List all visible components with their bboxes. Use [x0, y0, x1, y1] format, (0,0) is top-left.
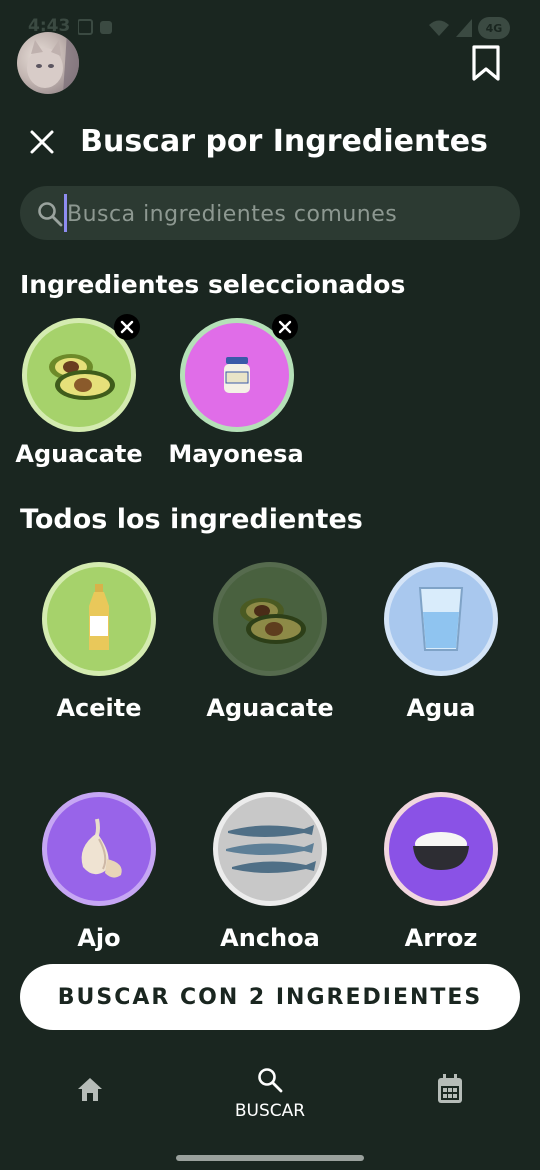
selected-item-label: Mayonesa — [168, 440, 304, 468]
ingredient-card-aceite[interactable] — [42, 562, 156, 676]
ingredient-card-ajo[interactable] — [42, 792, 156, 906]
home-icon[interactable] — [76, 1075, 104, 1103]
battery-icon: 4G — [478, 17, 510, 39]
remove-aguacate-button[interactable] — [114, 314, 140, 340]
ingredient-avatar — [384, 562, 498, 676]
search-with-ingredients-button[interactable]: BUSCAR CON 2 INGREDIENTES — [20, 964, 520, 1030]
search-bar[interactable] — [20, 186, 520, 240]
ingredient-avatar — [384, 792, 498, 906]
anchovy-icon — [226, 825, 316, 873]
ingredient-card-aguacate[interactable] — [213, 562, 327, 676]
ingredient-label: Aceite — [56, 694, 142, 722]
remove-mayonesa-button[interactable] — [272, 314, 298, 340]
oil-bottle-icon — [89, 584, 109, 650]
ingredient-card-anchoa[interactable] — [213, 792, 327, 906]
ingredient-label: Aguacate — [206, 694, 334, 722]
selected-item-label: Aguacate — [15, 440, 143, 468]
ingredient-avatar — [42, 792, 156, 906]
bookmark-icon[interactable] — [470, 44, 502, 82]
mayonnaise-jar-icon — [224, 357, 250, 393]
search-icon — [38, 202, 63, 227]
close-icon — [120, 320, 134, 334]
ingredient-card-agua[interactable] — [384, 562, 498, 676]
calendar-icon[interactable] — [436, 1073, 464, 1105]
ingredient-avatar — [213, 792, 327, 906]
avatar[interactable] — [17, 32, 79, 94]
rice-bowl-icon — [413, 832, 469, 870]
ingredient-label: Anchoa — [220, 924, 320, 952]
text-cursor — [64, 194, 67, 232]
ingredient-avatar — [42, 562, 156, 676]
ingredient-avatar — [213, 562, 327, 676]
search-nav-icon[interactable] — [256, 1066, 284, 1094]
garlic-icon — [81, 818, 122, 878]
water-glass-icon — [418, 587, 464, 651]
selected-heading: Ingredientes seleccionados — [20, 270, 406, 299]
selected-item-mayonesa[interactable] — [180, 314, 298, 432]
network-type: 4G — [485, 21, 503, 35]
signal-icon — [456, 19, 472, 37]
ingredient-label: Arroz — [404, 924, 478, 952]
selected-item-aguacate[interactable] — [22, 314, 140, 432]
avocado-icon — [49, 354, 115, 400]
ingredient-card-arroz[interactable] — [384, 792, 498, 906]
status-right-area: 4G — [428, 16, 510, 40]
page-title: Buscar por Ingredientes — [80, 124, 488, 159]
ingredient-label: Agua — [406, 694, 476, 722]
search-input[interactable] — [65, 194, 499, 234]
cat-photo-icon — [27, 32, 79, 94]
home-indicator[interactable] — [176, 1155, 364, 1161]
wifi-icon — [429, 20, 449, 36]
status-notification-icons — [78, 19, 112, 35]
close-icon — [278, 320, 292, 334]
avocado-icon — [240, 598, 306, 644]
ingredient-label: Ajo — [77, 924, 121, 952]
all-ingredients-heading: Todos los ingredientes — [20, 504, 363, 535]
